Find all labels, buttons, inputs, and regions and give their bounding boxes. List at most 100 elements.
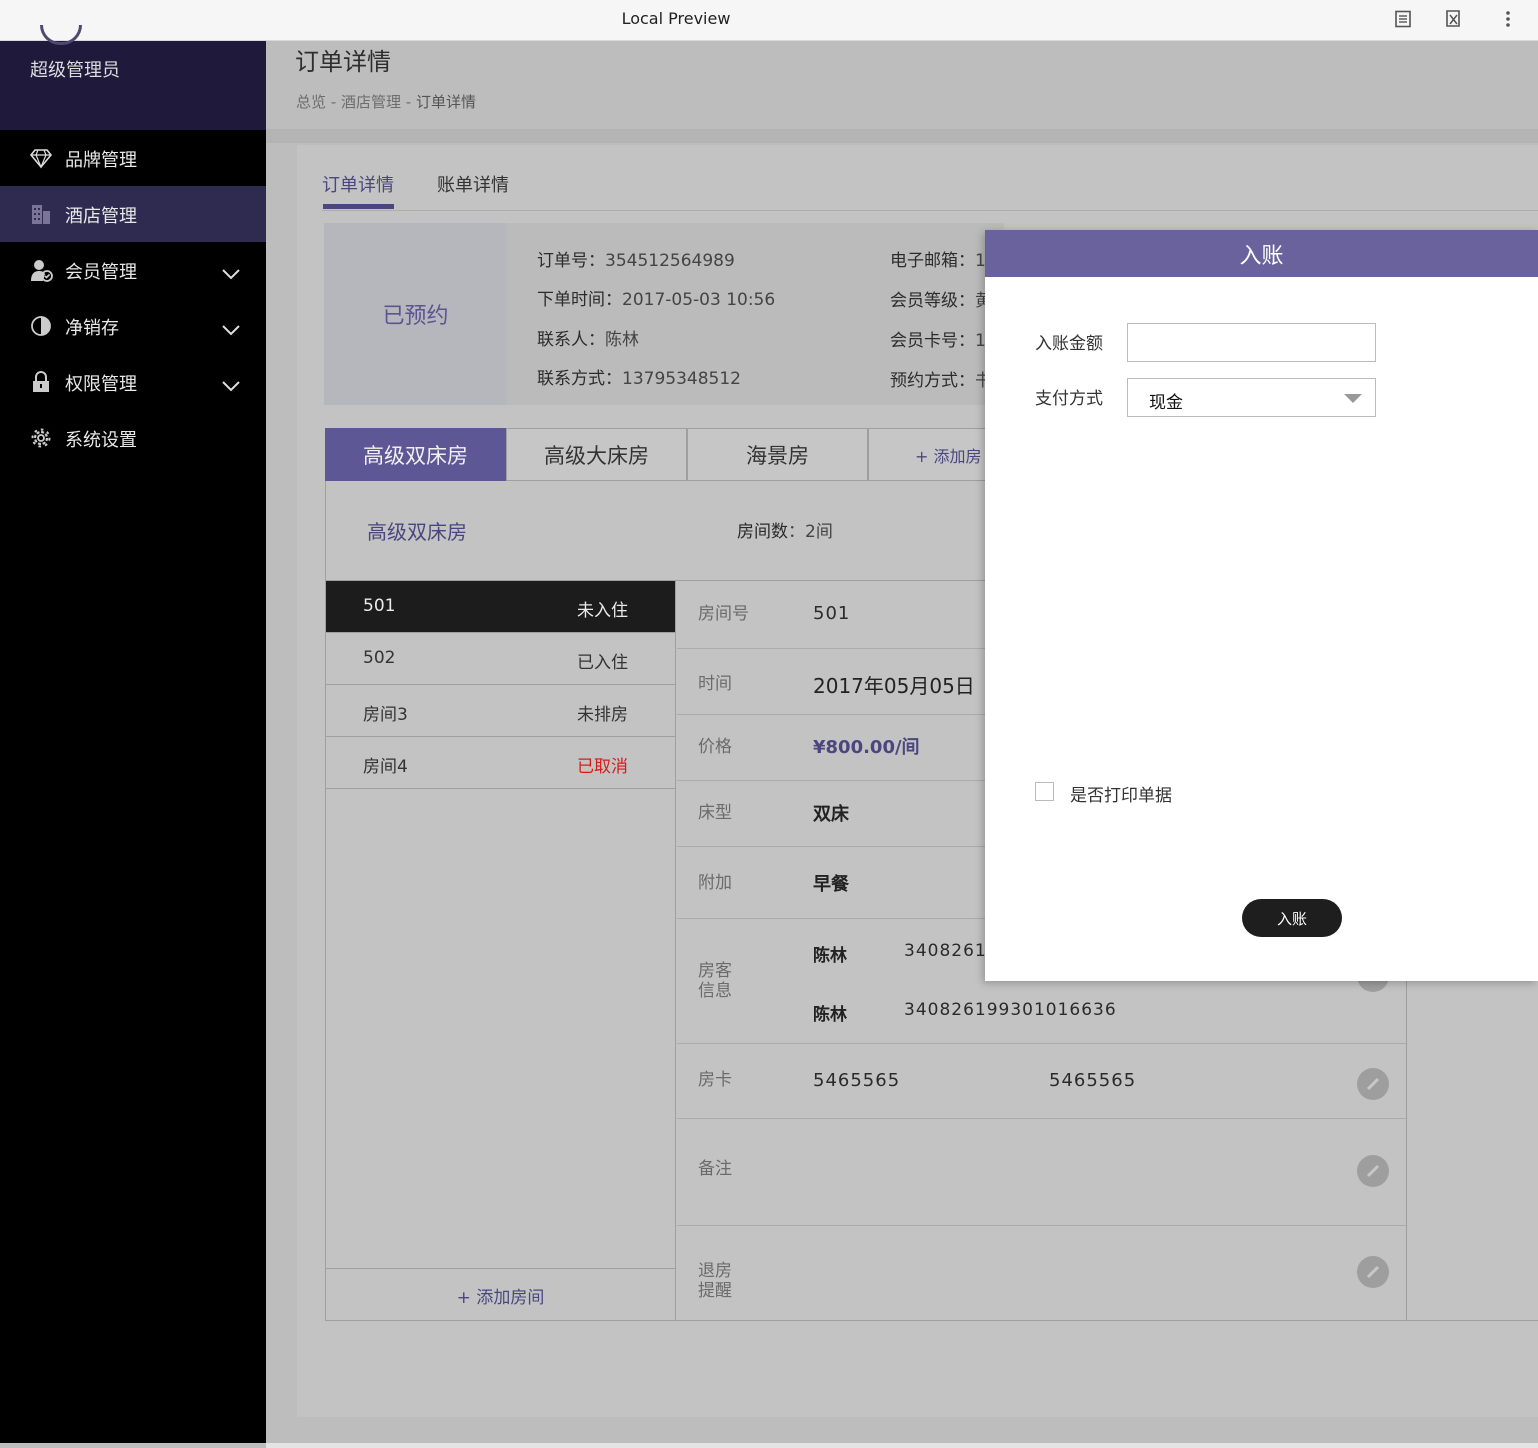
- booking-method: 预约方式：书: [890, 371, 992, 391]
- sidebar-item-inventory[interactable]: 净销存: [0, 298, 266, 354]
- window-title: Local Preview: [621, 9, 731, 28]
- scrollbar-track: [266, 1443, 1538, 1448]
- room-name: 501: [363, 596, 396, 616]
- room-row[interactable]: 房间3 未排房: [326, 685, 675, 737]
- room-type-tab[interactable]: 海景房: [687, 428, 868, 481]
- page-title: 订单详情: [295, 48, 391, 76]
- room-type-tabs: 高级双床房 高级大床房 海景房 + 添加房: [325, 428, 1049, 481]
- active-tab-indicator: [323, 204, 394, 209]
- detail-label: 床型: [698, 803, 732, 823]
- room-row[interactable]: 502 已入住: [326, 633, 675, 685]
- room-type-title: 高级双床房: [367, 520, 467, 544]
- breadcrumb-item-hotel[interactable]: 酒店管理: [341, 93, 401, 111]
- room-card-value: 5465565: [813, 1070, 901, 1091]
- room-status: 已取消: [577, 757, 628, 777]
- room-count: 房间数：2间: [737, 522, 833, 542]
- sidebar-item-brand[interactable]: 品牌管理: [0, 130, 266, 186]
- sidebar: 超级管理员 品牌管理 酒店管理 会员管理 净销存 权限管理 系统设置: [0, 25, 266, 1443]
- chevron-down-icon[interactable]: [221, 320, 241, 336]
- user-name: 超级管理员: [30, 60, 120, 81]
- guest-name: 陈林: [813, 946, 847, 966]
- detail-tabs: 订单详情 账单详情: [322, 171, 1538, 211]
- sidebar-item-label: 会员管理: [65, 262, 137, 283]
- guest-id: 340826199301016636: [904, 1000, 1117, 1020]
- reader-mode-icon[interactable]: [1392, 8, 1414, 30]
- detail-row-checkout: 退房 提醒: [677, 1226, 1406, 1321]
- header-divider: [266, 129, 1538, 143]
- amount-input[interactable]: [1127, 323, 1376, 362]
- chevron-down-icon[interactable]: [221, 376, 241, 392]
- sidebar-item-label: 品牌管理: [65, 150, 137, 171]
- room-list: 501 未入住 502 已入住 房间3 未排房 房间4 已取消 + 添加房间: [326, 581, 676, 1321]
- amount-label: 入账金额: [1035, 334, 1103, 354]
- tab-bill-detail[interactable]: 账单详情: [437, 171, 509, 197]
- edit-icon[interactable]: [1357, 1155, 1389, 1187]
- order-number: 订单号：354512564989: [537, 251, 735, 271]
- room-type-tab[interactable]: 高级双床房: [325, 428, 506, 481]
- detail-value: ¥800.00/间: [813, 737, 920, 758]
- order-time: 下单时间：2017-05-03 10:56: [537, 290, 776, 310]
- detail-label: 时间: [698, 674, 732, 694]
- detail-label: 房卡: [698, 1070, 732, 1090]
- room-name: 房间4: [363, 757, 408, 777]
- room-row[interactable]: 房间4 已取消: [326, 737, 675, 789]
- chevron-down-icon[interactable]: [221, 264, 241, 280]
- order-summary: 已预约 订单号：354512564989 下单时间：2017-05-03 10:…: [324, 223, 1004, 405]
- detail-label: 退房 提醒: [698, 1261, 732, 1301]
- room-name: 502: [363, 648, 396, 668]
- detail-row-remark: 备注: [677, 1119, 1406, 1226]
- room-status: 未排房: [577, 705, 628, 725]
- dialog-title: 入账: [985, 230, 1538, 277]
- diamond-icon: [29, 147, 53, 169]
- gear-icon: [30, 427, 52, 449]
- guest-name: 陈林: [813, 1005, 847, 1025]
- member-card: 会员卡号：1: [890, 331, 986, 351]
- sidebar-item-hotel[interactable]: 酒店管理: [0, 186, 266, 242]
- order-phone: 联系方式：13795348512: [537, 369, 741, 389]
- detail-value: 双床: [813, 804, 849, 825]
- room-row[interactable]: 501 未入住: [326, 581, 675, 633]
- room-card-value: 5465565: [1049, 1070, 1137, 1091]
- sidebar-header: 超级管理员: [0, 25, 266, 130]
- breadcrumb: 总览 - 酒店管理 - 订单详情: [296, 91, 476, 112]
- submit-posting-button[interactable]: 入账: [1242, 899, 1342, 937]
- detail-label: 附加: [698, 873, 732, 893]
- member-icon: [30, 259, 53, 282]
- posting-dialog: 入账 入账金额 支付方式 现金 是否打印单据 入账: [985, 230, 1538, 981]
- chevron-down-icon: [1344, 394, 1362, 403]
- breadcrumb-current: 订单详情: [415, 93, 476, 111]
- sidebar-item-permissions[interactable]: 权限管理: [0, 354, 266, 410]
- detail-label: 备注: [698, 1159, 732, 1179]
- room-name: 房间3: [363, 705, 408, 725]
- detail-label: 房间号: [698, 604, 749, 624]
- sidebar-item-settings[interactable]: 系统设置: [0, 410, 266, 466]
- room-status: 已入住: [577, 653, 628, 673]
- detail-value: 501: [813, 603, 851, 624]
- order-status: 已预约: [324, 223, 507, 405]
- add-room-button[interactable]: + 添加房间: [326, 1268, 675, 1321]
- breadcrumb-separator: -: [326, 93, 341, 111]
- building-icon: [30, 203, 52, 225]
- edit-icon[interactable]: [1357, 1256, 1389, 1288]
- order-contact: 联系人：陈林: [537, 330, 639, 350]
- sidebar-item-label: 权限管理: [65, 374, 137, 395]
- sidebar-item-label: 系统设置: [65, 430, 137, 451]
- tab-order-detail[interactable]: 订单详情: [322, 171, 394, 197]
- edit-icon[interactable]: [1357, 1068, 1389, 1100]
- payment-method-select[interactable]: 现金: [1127, 378, 1376, 417]
- sidebar-item-label: 酒店管理: [65, 206, 137, 227]
- sidebar-menu: 品牌管理 酒店管理 会员管理 净销存 权限管理 系统设置: [0, 130, 266, 466]
- sidebar-item-member[interactable]: 会员管理: [0, 242, 266, 298]
- pie-chart-icon: [30, 315, 52, 337]
- room-status: 未入住: [577, 601, 628, 621]
- print-receipt-checkbox[interactable]: [1035, 782, 1054, 801]
- breadcrumb-separator: -: [400, 93, 416, 111]
- lock-icon: [30, 371, 52, 393]
- avatar[interactable]: [40, 25, 82, 45]
- more-options-icon[interactable]: [1497, 8, 1519, 30]
- room-type-tab[interactable]: 高级大床房: [506, 428, 687, 481]
- payment-method-value: 现金: [1149, 393, 1183, 413]
- breadcrumb-item-overview[interactable]: 总览: [296, 93, 326, 111]
- clear-format-icon[interactable]: [1443, 8, 1465, 30]
- sidebar-item-label: 净销存: [65, 318, 119, 339]
